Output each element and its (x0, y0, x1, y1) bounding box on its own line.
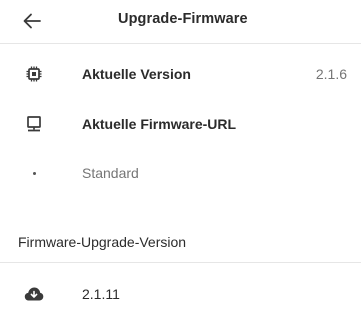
upgrade-version-label: 2.1.11 (82, 286, 120, 302)
chip-icon (24, 64, 44, 84)
monitor-icon (24, 114, 44, 134)
firmware-url-standard-label: Standard (82, 165, 139, 181)
upgrade-version-row[interactable]: 2.1.11 (0, 270, 361, 318)
bullet-icon (24, 163, 44, 183)
current-firmware-url-label: Aktuelle Firmware-URL (82, 116, 237, 132)
app-bar: Upgrade-Firmware (0, 0, 361, 43)
firmware-url-standard-row[interactable]: Standard (0, 149, 361, 197)
arrow-back-icon (23, 13, 41, 29)
section-divider (0, 262, 361, 263)
page-title: Upgrade-Firmware (118, 11, 248, 27)
current-version-value: 2.1.6 (315, 66, 347, 82)
appbar-divider (0, 43, 361, 44)
cloud-download-icon (24, 284, 44, 304)
section-title: Firmware-Upgrade-Version (18, 234, 187, 250)
back-button[interactable] (20, 9, 44, 33)
current-version-row[interactable]: Aktuelle Version 2.1.6 (0, 50, 361, 98)
current-version-label: Aktuelle Version (82, 66, 191, 82)
current-firmware-url-row[interactable]: Aktuelle Firmware-URL (0, 100, 361, 148)
